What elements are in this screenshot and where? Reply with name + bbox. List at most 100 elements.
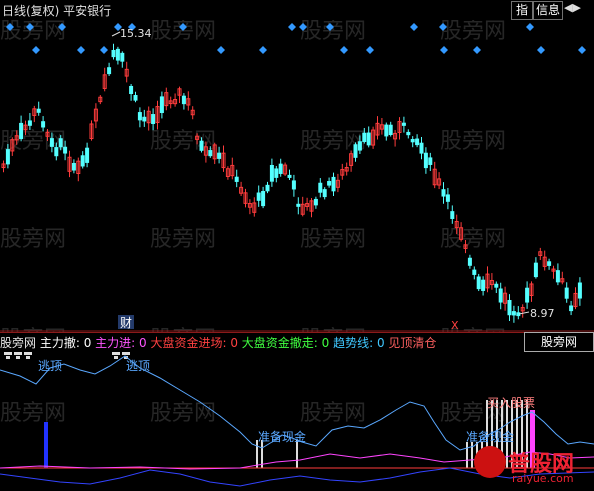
indicator-button[interactable]: 指	[511, 1, 533, 20]
top-signal-mark	[14, 352, 22, 355]
signal-diamond	[32, 46, 40, 54]
top-signal-mark	[4, 352, 12, 355]
site-brand: 普股网 raiyue.com	[474, 444, 592, 488]
signal-diamond	[366, 46, 374, 54]
candle-body	[181, 95, 186, 105]
candle-body	[423, 152, 428, 169]
candle-body	[388, 124, 393, 136]
nav-arrows-icon[interactable]: ◀▶	[564, 1, 592, 18]
signal-diamond	[410, 23, 418, 31]
candle-body	[85, 147, 90, 163]
candle-body	[261, 191, 266, 207]
candle-body	[406, 131, 411, 136]
candle-body	[36, 108, 41, 113]
legend-item: 大盘资金进场: 0	[146, 336, 238, 350]
high-pointer	[111, 31, 121, 37]
top-signal-mark	[6, 356, 10, 359]
info-button[interactable]: 信息	[533, 1, 563, 20]
finance-badge[interactable]: 财	[120, 316, 132, 330]
candle-body	[129, 85, 134, 95]
candle-body	[525, 287, 530, 303]
candle-body	[133, 95, 138, 101]
candle-body	[476, 276, 481, 290]
candle-body	[555, 270, 560, 283]
watermark-layer: 股旁网 股旁网 股旁网 股旁网	[0, 401, 506, 426]
candle-body	[415, 138, 420, 146]
candle-body	[41, 121, 46, 128]
prepare-cash-bar	[256, 440, 258, 468]
candle-body	[322, 189, 327, 198]
candle-body	[5, 149, 10, 165]
candle-body	[27, 120, 32, 126]
candle-body	[419, 142, 424, 154]
legend-item: 见顶清仓	[384, 336, 437, 350]
candle-body	[19, 122, 24, 140]
candle-body	[327, 181, 332, 186]
candle-body	[353, 144, 358, 158]
candle-body	[410, 138, 415, 143]
signal-diamond	[100, 46, 108, 54]
panel-separator	[0, 332, 594, 333]
candle-body	[481, 279, 486, 291]
top-signal-mark	[16, 356, 20, 359]
event-marker: X	[451, 319, 459, 332]
candle-body	[287, 174, 292, 178]
watermark-text: 股旁网	[150, 401, 216, 426]
low-pointer	[518, 311, 530, 315]
signal-diamond	[537, 46, 545, 54]
candle-body	[569, 305, 574, 312]
candle-body	[265, 184, 270, 192]
candle-body	[142, 116, 147, 122]
signal-diamond	[259, 46, 267, 54]
buy-stock-label: 买入股票	[487, 396, 535, 410]
watermark-text: 股旁网	[440, 20, 506, 44]
blue-signal-bar	[44, 422, 48, 468]
candle-body	[159, 96, 164, 114]
prepare-cash-label-1: 准备现金	[258, 429, 306, 444]
signal-diamond	[77, 46, 85, 54]
candle-body	[384, 124, 389, 137]
watermark-text: 股旁网	[440, 227, 506, 252]
candlestick-chart[interactable]: 股旁网股旁网股旁网股旁网股旁网股旁网股旁网股旁网股旁网股旁网股旁网股旁网股旁网股…	[0, 20, 594, 332]
candle-body	[511, 311, 516, 316]
candle-body	[278, 163, 283, 174]
legend-item: 趋势线: 0	[329, 336, 385, 350]
prepare-cash-label-2: 准备现金	[466, 429, 514, 444]
candle-body	[498, 288, 503, 303]
candle-body	[107, 67, 112, 75]
candle-body	[445, 194, 450, 202]
candle-body	[58, 138, 63, 148]
candle-body	[269, 164, 274, 182]
candle-body	[494, 283, 499, 288]
candle-body	[547, 261, 552, 266]
signal-diamond	[217, 46, 225, 54]
candle-body	[208, 150, 213, 157]
top-bar: 日线(复权) 平安银行 指 信息 ◀▶	[0, 0, 594, 20]
candle-body	[63, 146, 68, 154]
candle-body	[533, 262, 538, 278]
candle-body	[217, 152, 222, 159]
candle-body	[291, 180, 296, 190]
watermark-text: 股旁网	[440, 129, 506, 154]
buy-signal-bar	[466, 442, 468, 468]
candle-body	[256, 192, 261, 201]
candle-body	[428, 157, 433, 165]
watermark-text: 股旁网	[0, 401, 66, 426]
prepare-cash-bar	[296, 440, 298, 468]
site-tab[interactable]: 股旁网	[524, 332, 594, 352]
candle-body	[313, 198, 318, 206]
signal-diamond	[440, 46, 448, 54]
signal-diamond	[473, 46, 481, 54]
signal-diamond	[578, 46, 586, 54]
top-signal-mark	[112, 352, 120, 355]
chart-title: 日线(复权) 平安银行	[2, 4, 112, 18]
candle-body	[137, 112, 142, 121]
escape-top-label-2: 逃顶	[126, 359, 150, 373]
candle-body	[366, 132, 371, 146]
watermark-text: 股旁网	[300, 227, 366, 252]
watermark-text: 股旁网	[0, 227, 66, 252]
legend-item: 主力撤: 0	[36, 336, 92, 350]
candle-body	[115, 48, 120, 61]
candle-body	[274, 168, 279, 178]
candle-body	[80, 155, 85, 167]
